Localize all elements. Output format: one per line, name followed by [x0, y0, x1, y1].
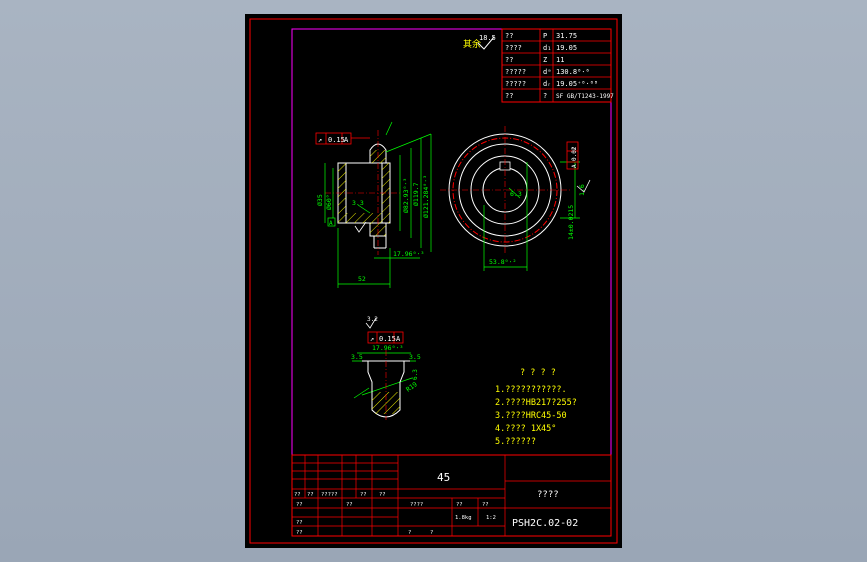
- tech-req-line: 4.???? 1X45°: [495, 424, 556, 434]
- cad-drawing: 其余 18.5 ?? P 31.75 ???? d₁ 19.05 ?? Z 11…: [245, 14, 622, 548]
- dim-keyway: 14±0.0215: [567, 205, 575, 240]
- tb-weight-hdr: ??: [456, 502, 463, 508]
- tb-part-name: ????: [537, 490, 559, 500]
- tol-value: 0.15: [379, 335, 396, 343]
- tb-cell: ??: [294, 492, 301, 498]
- dim-d35: Ø35: [316, 194, 324, 206]
- param-name: ??: [505, 32, 513, 40]
- dim-35-left: 3.5: [351, 353, 363, 361]
- tech-req-line: 1.???????????.: [495, 385, 567, 395]
- tb-cell: ??: [307, 492, 314, 498]
- tb-cell: ??: [296, 530, 303, 536]
- dim-d60: Ø60°: [325, 194, 333, 210]
- tol-symbol: ↗: [370, 335, 374, 343]
- param-value: 31.75: [556, 32, 577, 40]
- tb-scale-hdr: ??: [482, 502, 489, 508]
- dim-52: 52: [358, 275, 366, 283]
- tb-cell: ?????: [321, 492, 338, 498]
- param-symbol: dᵃ: [543, 68, 551, 76]
- tb-scale: 1:2: [486, 515, 496, 521]
- param-value: 19.05: [556, 44, 577, 52]
- dim-d119: Ø119.7: [412, 182, 420, 206]
- tol-symbol: ↗: [318, 136, 322, 144]
- param-symbol: d₁: [543, 44, 551, 52]
- dim-35-right: 3.5: [409, 353, 421, 361]
- param-symbol: Z: [543, 56, 547, 64]
- dim-63: 6.3: [510, 190, 522, 198]
- param-symbol: P: [543, 32, 547, 40]
- tech-req-line: 3.????HRC45-50: [495, 411, 567, 421]
- tb-material: 45: [437, 471, 450, 484]
- tb-drawing-no: PSH2C.02-02: [512, 518, 578, 529]
- datum-label: A: [329, 220, 333, 227]
- param-name: ?????: [505, 80, 526, 88]
- param-name: ??: [505, 92, 513, 100]
- tb-sheet-b: ?: [430, 530, 433, 536]
- tb-stage: ????: [410, 502, 423, 508]
- tech-req-title: ? ? ? ?: [520, 368, 556, 378]
- tb-cell: ??: [346, 502, 353, 508]
- param-name: ????: [505, 44, 522, 52]
- dim-d82: Ø82.93⁰⋅³: [402, 178, 410, 213]
- tol-datum: A: [571, 164, 578, 168]
- tol-symbol: ⫽: [571, 147, 578, 151]
- param-value: 130.8⁰⋅⁶: [556, 68, 590, 76]
- tb-cell: ??: [379, 492, 386, 498]
- tb-cell: ??: [360, 492, 367, 498]
- dim-d121: Ø121.284⁰⋅³: [422, 175, 430, 218]
- tech-req-line: 2.????HB217?255?: [495, 398, 577, 408]
- dim-32: 3.2: [367, 316, 378, 323]
- tol-value: 0.15: [328, 136, 345, 144]
- param-value: SF GB/T1243-1997: [556, 93, 614, 100]
- tech-req-line: 5.??????: [495, 437, 536, 447]
- param-value: 11: [556, 56, 564, 64]
- tb-cell: ??: [296, 520, 303, 526]
- tb-weight: 1.8kg: [455, 515, 472, 521]
- param-value: 19.05⁺⁰·⁰⁸: [556, 80, 598, 88]
- dim-1796-detail: 17.96⁰⋅³: [372, 344, 403, 352]
- dim-33: 3.3: [352, 199, 364, 207]
- tb-cell: ??: [296, 502, 303, 508]
- param-symbol: dᵣ: [543, 80, 551, 88]
- dim-1796: 17.96⁰⋅³: [393, 250, 424, 258]
- param-name: ??: [505, 56, 513, 64]
- param-symbol: ?: [543, 92, 547, 100]
- dim-533: 53.8⁰⋅²: [489, 258, 516, 266]
- dim-63-detail: 6.3: [412, 369, 419, 380]
- tb-sheet-a: ?: [408, 530, 411, 536]
- param-name: ?????: [505, 68, 526, 76]
- roughness-value: 18.5: [479, 34, 496, 42]
